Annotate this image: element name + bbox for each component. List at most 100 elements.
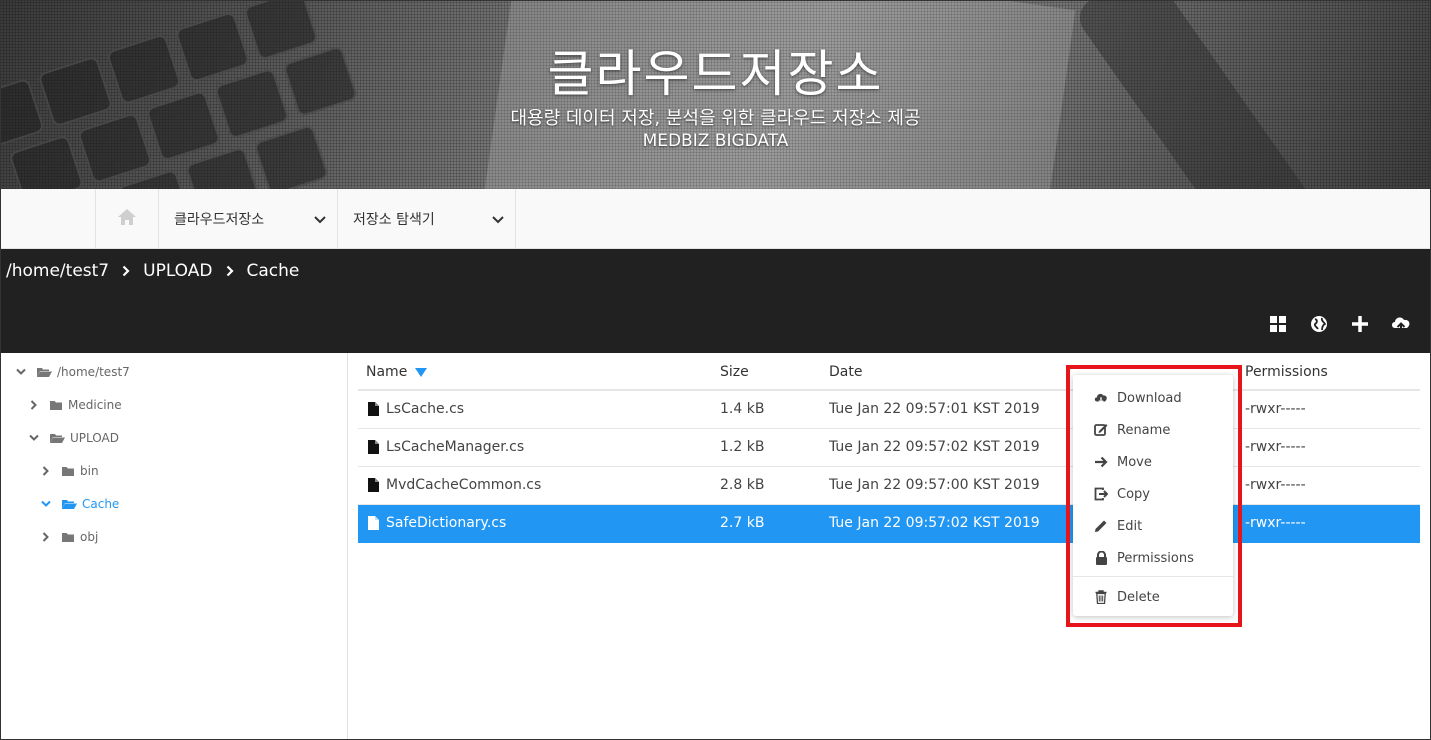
- lock-icon: [1094, 551, 1108, 565]
- file-icon: [368, 478, 379, 496]
- chevron-down-icon[interactable]: [27, 434, 41, 442]
- column-header-size[interactable]: Size: [720, 364, 749, 380]
- breadcrumb: /home/test7 UPLOAD Cache: [6, 261, 299, 281]
- upload-button[interactable]: [1380, 315, 1421, 337]
- arrow-right-icon: [1094, 456, 1108, 468]
- file-name: LsCache.cs: [386, 401, 465, 417]
- column-header-date[interactable]: Date: [829, 364, 862, 380]
- grid-view-icon: [1269, 315, 1287, 337]
- context-menu-delete[interactable]: Delete: [1073, 582, 1233, 612]
- context-menu-copy[interactable]: Copy: [1073, 479, 1233, 509]
- context-menu-rename[interactable]: Rename: [1073, 415, 1233, 445]
- tree-item-label: obj: [80, 530, 99, 544]
- tree-item-obj[interactable]: obj: [39, 527, 98, 547]
- nav-home-button[interactable]: [95, 189, 158, 249]
- context-menu-label: Move: [1117, 454, 1152, 470]
- file-icon: [368, 440, 379, 458]
- globe-icon: [1310, 315, 1328, 337]
- banner-brand: MEDBIZ BIGDATA: [642, 131, 789, 151]
- file-date: Tue Jan 22 09:57:00 KST 2019: [829, 477, 1040, 493]
- folder-icon: [61, 465, 75, 477]
- context-menu-edit[interactable]: Edit: [1073, 511, 1233, 541]
- table-row[interactable]: LsCache.cs 1.4 kB Tue Jan 22 09:57:01 KS…: [358, 391, 1420, 429]
- tree-item-medicine[interactable]: Medicine: [27, 395, 122, 415]
- folder-open-icon: [49, 432, 65, 444]
- file-name: MvdCacheCommon.cs: [386, 477, 542, 493]
- chevron-right-icon[interactable]: [39, 532, 53, 542]
- context-menu-permissions[interactable]: Permissions: [1073, 543, 1233, 573]
- context-menu-label: Delete: [1117, 589, 1160, 605]
- chevron-down-icon: [313, 213, 327, 229]
- plus-icon: [1351, 315, 1369, 337]
- tree-item-cache[interactable]: Cache: [39, 494, 119, 514]
- context-menu-label: Download: [1117, 390, 1182, 406]
- file-date: Tue Jan 22 09:57:01 KST 2019: [829, 401, 1040, 417]
- cloud-download-icon: [1094, 392, 1108, 405]
- chevron-down-icon[interactable]: [39, 500, 53, 508]
- folder-open-icon: [36, 366, 52, 378]
- file-name: LsCacheManager.cs: [386, 439, 525, 455]
- chevron-down-icon[interactable]: [14, 368, 28, 376]
- file-list: Name Size Date Permissions LsCache.cs 1.…: [358, 353, 1420, 740]
- file-size: 2.8 kB: [720, 477, 765, 493]
- table-row-selected[interactable]: SafeDictionary.cs 2.7 kB Tue Jan 22 09:5…: [358, 505, 1420, 543]
- upload-cloud-icon: [1390, 315, 1412, 337]
- table-row[interactable]: LsCacheManager.cs 1.2 kB Tue Jan 22 09:5…: [358, 429, 1420, 467]
- rename-icon: [1094, 423, 1108, 437]
- context-menu: Download Rename Move Copy Edit Permissio…: [1073, 375, 1233, 616]
- file-size: 1.4 kB: [720, 401, 765, 417]
- banner-title: 클라우드저장소: [547, 45, 884, 103]
- context-menu-move[interactable]: Move: [1073, 447, 1233, 477]
- nav-menu-cloud-storage-label: 클라우드저장소: [174, 212, 265, 228]
- copy-icon: [1094, 487, 1108, 501]
- folder-icon: [49, 399, 63, 411]
- grid-view-button[interactable]: [1257, 315, 1298, 337]
- nav-menu-cloud-storage[interactable]: 클라우드저장소: [158, 189, 337, 249]
- tree-item-upload[interactable]: UPLOAD: [27, 428, 119, 448]
- folder-icon: [61, 531, 75, 543]
- tree-item-bin[interactable]: bin: [39, 461, 99, 481]
- folder-open-icon: [61, 498, 77, 510]
- context-menu-label: Edit: [1117, 518, 1143, 534]
- context-menu-divider: [1073, 576, 1233, 577]
- chevron-down-icon: [491, 213, 505, 229]
- file-size: 1.2 kB: [720, 439, 765, 455]
- tree-item-label: UPLOAD: [70, 431, 119, 445]
- language-button[interactable]: [1298, 315, 1339, 337]
- tree-item-label: Cache: [82, 497, 120, 511]
- pencil-icon: [1094, 519, 1108, 533]
- chevron-right-icon: [226, 265, 234, 277]
- tree-item-home[interactable]: /home/test7: [14, 362, 130, 382]
- folder-tree: /home/test7 Medicine UPLOAD bin Cache ob…: [0, 353, 348, 740]
- nav-menu-storage-explorer-label: 저장소 탐색기: [353, 212, 435, 228]
- path-toolbar: /home/test7 UPLOAD Cache: [0, 249, 1431, 353]
- breadcrumb-item-cache[interactable]: Cache: [247, 261, 300, 281]
- column-header-permissions[interactable]: Permissions: [1245, 364, 1328, 380]
- header-banner: 클라우드저장소 대용량 데이터 저장, 분석을 위한 클라우드 저장소 제공 M…: [0, 0, 1431, 189]
- table-header: Name Size Date Permissions: [358, 353, 1420, 391]
- tree-item-label: bin: [80, 464, 99, 478]
- breadcrumb-item-upload[interactable]: UPLOAD: [143, 261, 212, 281]
- tree-item-label: /home/test7: [57, 365, 130, 379]
- file-permissions: -rwxr-----: [1245, 401, 1306, 417]
- file-permissions: -rwxr-----: [1245, 439, 1306, 455]
- context-menu-label: Permissions: [1117, 550, 1194, 566]
- context-menu-label: Copy: [1117, 486, 1150, 502]
- file-permissions: -rwxr-----: [1245, 515, 1306, 531]
- file-date: Tue Jan 22 09:57:02 KST 2019: [829, 439, 1040, 455]
- file-toolbar: [1257, 315, 1421, 337]
- context-menu-label: Rename: [1117, 422, 1171, 438]
- chevron-right-icon[interactable]: [27, 400, 41, 410]
- file-size: 2.7 kB: [720, 515, 765, 531]
- tree-item-label: Medicine: [68, 398, 122, 412]
- sort-desc-icon: [415, 367, 428, 377]
- breadcrumb-item-root[interactable]: /home/test7: [6, 261, 109, 281]
- context-menu-download[interactable]: Download: [1073, 383, 1233, 413]
- chevron-right-icon[interactable]: [39, 466, 53, 476]
- file-permissions: -rwxr-----: [1245, 477, 1306, 493]
- column-header-name[interactable]: Name: [366, 364, 428, 380]
- new-item-button[interactable]: [1339, 315, 1380, 337]
- nav-menu-storage-explorer[interactable]: 저장소 탐색기: [337, 189, 516, 249]
- banner-subtitle: 대용량 데이터 저장, 분석을 위한 클라우드 저장소 제공: [510, 108, 921, 129]
- table-row[interactable]: MvdCacheCommon.cs 2.8 kB Tue Jan 22 09:5…: [358, 467, 1420, 505]
